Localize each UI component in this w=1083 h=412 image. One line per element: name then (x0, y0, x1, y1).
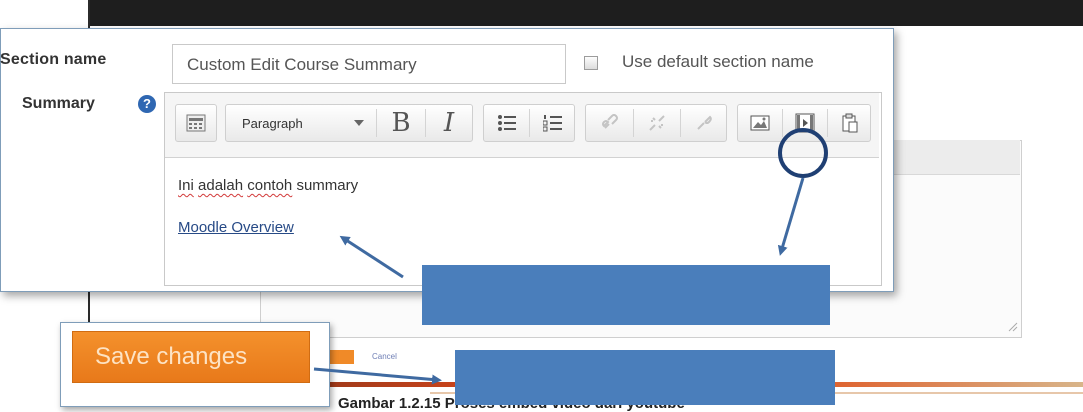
arrow-to-save (313, 367, 442, 385)
arrow-to-media (777, 177, 805, 256)
arrow-to-link (339, 235, 404, 279)
annotation-arrows (313, 177, 805, 385)
